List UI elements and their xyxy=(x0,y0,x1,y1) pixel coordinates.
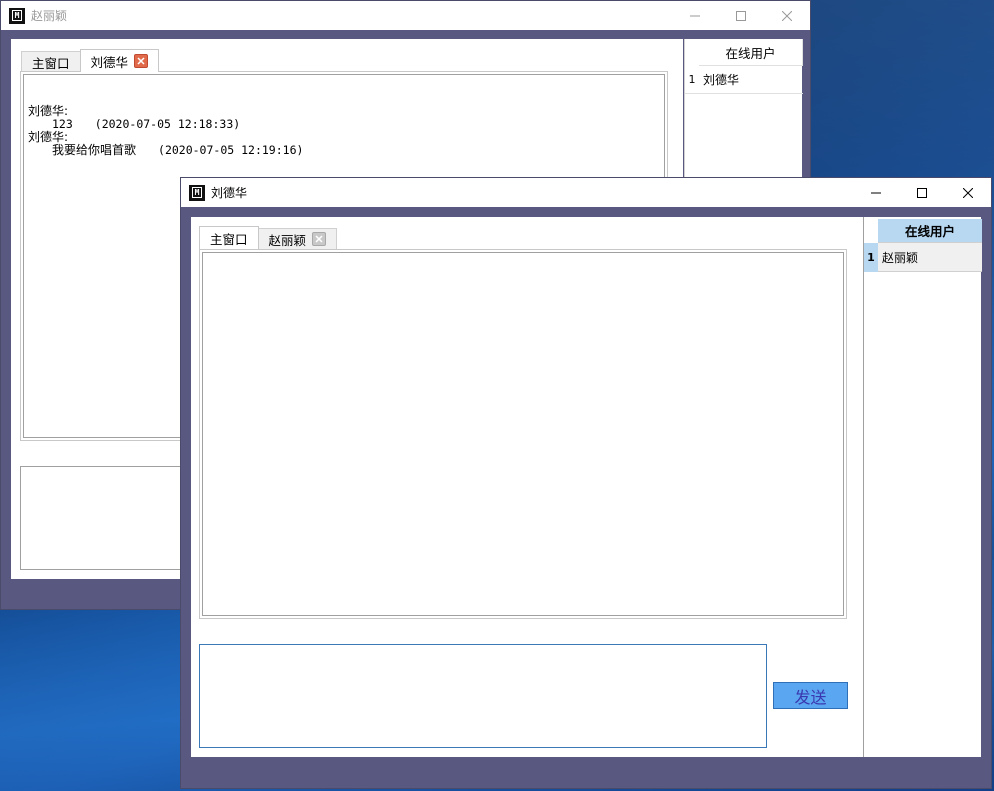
online-users-header: 在线用户 xyxy=(878,219,982,243)
message-time: (2020-07-05 12:18:33) xyxy=(94,117,241,131)
app-logo-icon: M xyxy=(9,7,25,24)
row-number: 1 xyxy=(688,73,696,86)
front-window-client: 主窗口 赵丽颖 发送 xyxy=(191,217,863,757)
tab-chat-zhaoliying[interactable]: 赵丽颖 xyxy=(257,228,338,249)
message-time: (2020-07-05 12:19:16) xyxy=(158,143,304,157)
front-message-input[interactable] xyxy=(199,644,767,748)
minimize-icon xyxy=(871,192,881,193)
minimize-icon xyxy=(690,15,700,16)
online-user-name: 赵丽颖 xyxy=(882,250,919,265)
front-tab-bar: 主窗口 赵丽颖 xyxy=(199,226,338,249)
send-button[interactable]: 发送 xyxy=(773,682,848,709)
chat-history[interactable] xyxy=(202,252,844,616)
maximize-icon xyxy=(736,10,746,21)
message-text: 我要给你唱首歌 xyxy=(52,143,137,157)
row-number: 1 xyxy=(864,242,878,272)
chat-history-panel xyxy=(199,249,847,619)
tab-main-window[interactable]: 主窗口 xyxy=(199,226,259,249)
minimize-button[interactable] xyxy=(853,178,899,207)
online-users-header: 在线用户 xyxy=(699,39,803,66)
back-tab-bar: 主窗口 刘德华 xyxy=(21,49,160,72)
back-window-titlebar[interactable]: M 赵丽颖 xyxy=(1,1,810,30)
tab-close-icon[interactable] xyxy=(312,232,327,246)
front-window[interactable]: M 刘德华 主窗口 赵丽颖 发送 在线用户 1 赵丽颖 xyxy=(180,177,992,789)
front-online-users-grid: 在线用户 1 赵丽颖 xyxy=(863,217,982,757)
back-window-title: 赵丽颖 xyxy=(31,9,68,23)
message-line: 123 (2020-07-05 12:18:33) xyxy=(28,118,303,131)
minimize-button[interactable] xyxy=(672,1,718,30)
maximize-button[interactable] xyxy=(718,1,764,30)
maximize-button[interactable] xyxy=(899,178,945,207)
close-icon xyxy=(782,10,792,21)
app-logo-icon: M xyxy=(189,184,205,201)
close-button[interactable] xyxy=(945,178,991,207)
online-user-name: 刘德华 xyxy=(703,73,740,87)
tab-chat-liudehua[interactable]: 刘德华 xyxy=(79,49,160,72)
message-list: 刘德华: 123 (2020-07-05 12:18:33) 刘德华: 我要给你唱首歌(… xyxy=(28,79,303,183)
close-button[interactable] xyxy=(764,1,810,30)
front-window-titlebar[interactable]: M 刘德华 xyxy=(181,178,991,207)
message-text: 123 xyxy=(52,117,73,131)
front-window-title: 刘德华 xyxy=(211,186,248,200)
online-user-row[interactable]: 1 刘德华 xyxy=(685,66,803,94)
online-user-row[interactable]: 1 赵丽颖 xyxy=(864,242,982,272)
close-icon xyxy=(963,187,973,198)
message-line: 我要给你唱首歌 (2020-07-05 12:19:16) xyxy=(28,144,303,157)
maximize-icon xyxy=(917,187,927,198)
tab-main-window[interactable]: 主窗口 xyxy=(21,51,81,72)
tab-close-icon[interactable] xyxy=(134,54,149,68)
